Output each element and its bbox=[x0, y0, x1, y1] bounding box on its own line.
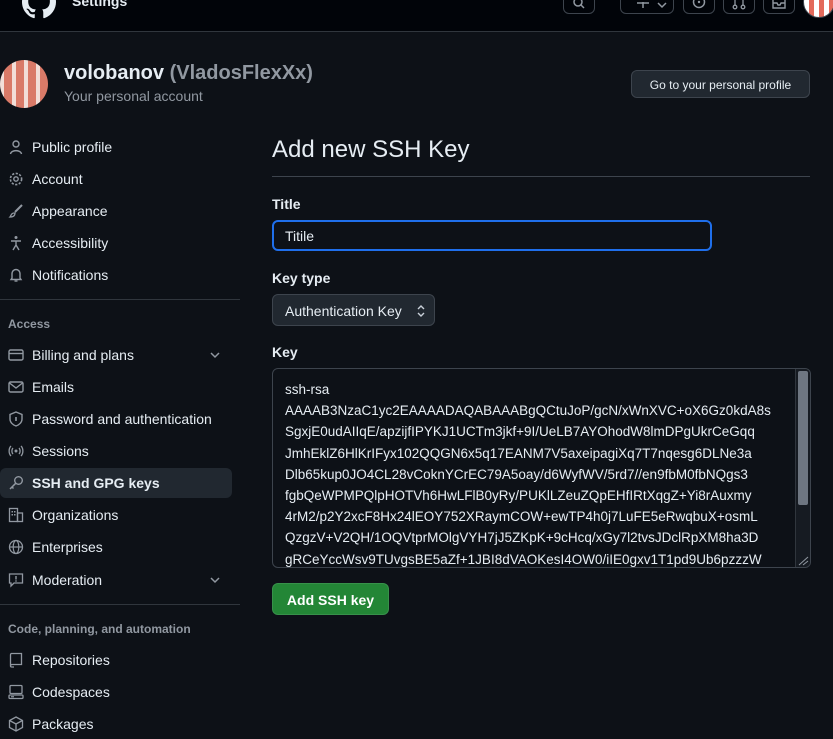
sidebar-item-label: Repositories bbox=[32, 652, 110, 668]
search-button[interactable] bbox=[563, 0, 595, 14]
account-name: volobanov (VladosFlexXx) bbox=[64, 62, 313, 85]
inbox-button[interactable] bbox=[763, 0, 795, 14]
sidebar-item-label: Emails bbox=[32, 379, 75, 395]
sidebar-item-label: Moderation bbox=[32, 572, 103, 588]
sidebar-item-repositories[interactable]: Repositories bbox=[0, 645, 232, 675]
paintbrush-icon bbox=[8, 204, 23, 218]
sidebar-item-label: Enterprises bbox=[32, 539, 103, 555]
sidebar-item-emails[interactable]: Emails bbox=[0, 372, 232, 402]
key-type-select[interactable]: Authentication Key bbox=[272, 294, 435, 326]
chevron-down-icon[interactable] bbox=[208, 573, 222, 587]
plus-icon bbox=[637, 2, 649, 8]
create-new-button[interactable] bbox=[620, 0, 674, 14]
credit-card-icon bbox=[8, 349, 24, 361]
sidebar-item-packages[interactable]: Packages bbox=[0, 709, 232, 739]
account-handle: (VladosFlexXx) bbox=[169, 62, 313, 84]
sidebar-item-billing[interactable]: Billing and plans bbox=[0, 340, 232, 370]
avatar bbox=[0, 60, 48, 108]
sidebar-item-label: Accessibility bbox=[32, 235, 109, 251]
report-icon bbox=[8, 573, 24, 588]
title-label: Title bbox=[272, 196, 301, 212]
organization-icon bbox=[8, 507, 24, 523]
codespaces-icon bbox=[8, 684, 24, 700]
inbox-icon bbox=[772, 0, 786, 9]
git-pull-request-icon bbox=[732, 0, 746, 10]
sidebar-item-label: Public profile bbox=[32, 139, 113, 155]
person-icon bbox=[9, 140, 23, 155]
pull-requests-button[interactable] bbox=[723, 0, 755, 14]
repo-icon bbox=[9, 652, 23, 668]
sidebar-item-label: Password and authentication bbox=[32, 411, 212, 427]
key-icon bbox=[9, 476, 23, 490]
sidebar-item-label: Appearance bbox=[32, 203, 108, 219]
bell-icon bbox=[9, 268, 23, 282]
chevron-down-icon bbox=[657, 2, 667, 9]
sidebar-section-code: Code, planning, and automation bbox=[8, 622, 191, 636]
key-textarea-content: ssh-rsa AAAAB3NzaC1yc2EAAAADAQABAAABgQCt… bbox=[285, 382, 771, 567]
account-username: volobanov bbox=[64, 62, 165, 84]
sidebar-item-ssh-gpg-keys[interactable]: SSH and GPG keys bbox=[0, 468, 232, 498]
go-to-profile-button[interactable]: Go to your personal profile bbox=[631, 70, 810, 98]
key-textarea[interactable]: ssh-rsa AAAAB3NzaC1yc2EAAAADAQABAAABgQCt… bbox=[272, 368, 811, 568]
header-title: Settings bbox=[72, 0, 128, 9]
sidebar-item-sessions[interactable]: Sessions bbox=[0, 436, 232, 466]
sidebar-section-access: Access bbox=[8, 317, 51, 331]
gear-icon bbox=[9, 172, 23, 186]
sidebar-divider bbox=[0, 604, 240, 605]
account-subtitle: Your personal account bbox=[64, 88, 203, 104]
sidebar-divider bbox=[0, 299, 240, 300]
sidebar-item-password-auth[interactable]: Password and authentication bbox=[0, 404, 232, 434]
sidebar-item-accessibility[interactable]: Accessibility bbox=[0, 228, 232, 258]
sidebar-item-label: SSH and GPG keys bbox=[32, 475, 160, 491]
sidebar-item-label: Packages bbox=[32, 716, 94, 732]
sidebar-item-label: Sessions bbox=[32, 443, 89, 459]
scrollbar-thumb[interactable] bbox=[798, 371, 808, 505]
user-avatar-menu[interactable] bbox=[803, 0, 833, 18]
sidebar-item-label: Billing and plans bbox=[32, 347, 134, 363]
globe-icon bbox=[8, 539, 24, 555]
resize-grip-icon[interactable] bbox=[797, 555, 809, 566]
sidebar-item-public-profile[interactable]: Public profile bbox=[0, 132, 232, 162]
top-header: Settings bbox=[0, 0, 833, 32]
page-title: Add new SSH Key bbox=[272, 136, 470, 163]
sidebar-item-label: Notifications bbox=[32, 267, 109, 283]
key-type-label: Key type bbox=[272, 270, 331, 286]
title-input[interactable] bbox=[272, 220, 712, 251]
issues-button[interactable] bbox=[683, 0, 715, 14]
key-type-value: Authentication Key bbox=[285, 303, 402, 319]
add-ssh-key-button[interactable]: Add SSH key bbox=[272, 583, 389, 615]
select-arrows-icon bbox=[417, 305, 425, 317]
sidebar-item-account[interactable]: Account bbox=[0, 164, 232, 194]
sidebar-item-label: Account bbox=[32, 171, 83, 187]
sidebar-item-moderation[interactable]: Moderation bbox=[0, 565, 232, 595]
broadcast-icon bbox=[8, 445, 24, 457]
sidebar-item-enterprises[interactable]: Enterprises bbox=[0, 532, 232, 562]
issue-opened-icon bbox=[692, 0, 706, 9]
sidebar-item-notifications[interactable]: Notifications bbox=[0, 260, 232, 290]
sidebar-item-codespaces[interactable]: Codespaces bbox=[0, 677, 232, 707]
package-icon bbox=[8, 716, 24, 732]
sidebar-item-organizations[interactable]: Organizations bbox=[0, 500, 232, 530]
sidebar-item-label: Organizations bbox=[32, 507, 119, 523]
sidebar-item-label: Codespaces bbox=[32, 684, 110, 700]
search-icon bbox=[573, 0, 585, 9]
accessibility-icon bbox=[11, 236, 21, 251]
mail-icon bbox=[8, 381, 24, 393]
title-divider bbox=[272, 176, 810, 177]
shield-lock-icon bbox=[9, 411, 23, 427]
github-logo-icon[interactable] bbox=[22, 0, 56, 19]
chevron-down-icon[interactable] bbox=[208, 348, 222, 362]
sidebar-item-appearance[interactable]: Appearance bbox=[0, 196, 232, 226]
key-label: Key bbox=[272, 344, 298, 360]
